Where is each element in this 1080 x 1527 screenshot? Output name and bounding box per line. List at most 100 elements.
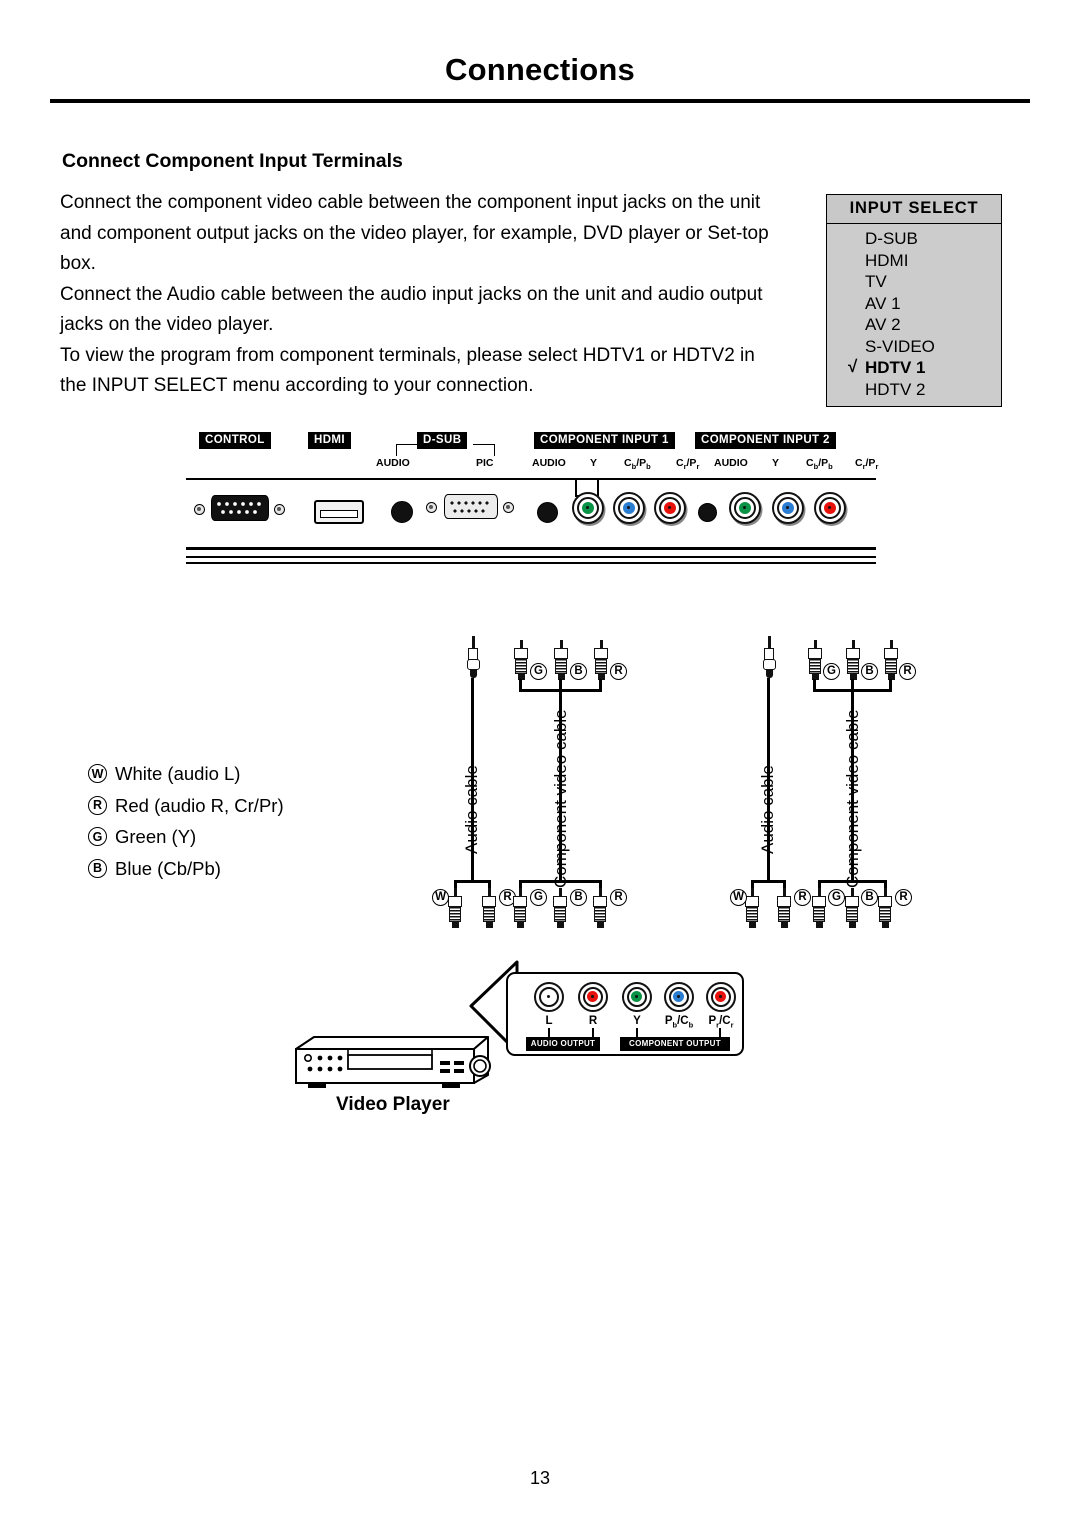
component-plug-blue-bottom-2 — [845, 888, 859, 928]
component-cable-split-bottom-2 — [818, 880, 886, 883]
video-player-output-panel: L R Y Pb/Cb Pr/Cr AUDIO OUTPUT COMPONENT… — [506, 972, 744, 1056]
cable-diagram-right: Audio cable W R G B R Component video ca… — [730, 636, 916, 928]
component1-cb-jack-blue — [613, 492, 645, 524]
page-title: Connections — [445, 52, 635, 87]
component-plug-blue-top — [554, 640, 568, 680]
component-plug-green-bottom — [513, 888, 527, 928]
component-plug-badge-b-top-2: B — [861, 663, 878, 680]
legend-label: White (audio L) — [115, 763, 241, 784]
input-select-item-label: AV 2 — [865, 315, 901, 334]
component-plug-red-bottom-2 — [878, 888, 892, 928]
dsub-pic-screw-left — [426, 502, 437, 513]
component-cable-label: Component video cable — [551, 709, 570, 888]
audio-cable-mini-plug-top — [466, 636, 480, 680]
cable-diagram-left: Audio cable W R G B R Component video ca… — [432, 636, 630, 928]
panel-sublabel-c2-y: Y — [772, 457, 780, 469]
legend-item-red: R Red (audio R, Cr/Pr) — [88, 790, 284, 822]
input-select-item-label: TV — [865, 272, 887, 291]
control-dsub-connector-icon — [211, 495, 269, 521]
panel-sublabel-c2-audio: AUDIO — [714, 457, 748, 469]
input-select-item-label: AV 1 — [865, 293, 901, 313]
component-plug-badge-g-bottom: G — [530, 889, 547, 906]
color-code-legend: W White (audio L) R Red (audio R, Cr/Pr)… — [88, 758, 284, 884]
input-select-item-label: HDMI — [865, 250, 909, 270]
component-plug-badge-r-bottom-2: R — [895, 889, 912, 906]
component-plug-badge-b-bottom-2: B — [861, 889, 878, 906]
vp-jack-audio-r — [578, 982, 608, 1012]
component2-audio-minijack-icon — [698, 503, 717, 522]
input-select-title: INPUT SELECT — [827, 195, 1001, 224]
video-player-device-icon — [295, 1036, 491, 1088]
vp-label-r: R — [588, 1015, 598, 1027]
panel-tag-component-input-2: COMPONENT INPUT 2 — [695, 432, 836, 449]
vp-jack-y-green — [622, 982, 652, 1012]
dsub-pic-screw-right — [503, 502, 514, 513]
input-select-menu[interactable]: INPUT SELECT D-SUB HDMI TV AV 1 AV 2 S-V… — [826, 194, 1002, 407]
blue-badge-icon: B — [88, 858, 107, 878]
audio-plug-red-2 — [777, 888, 791, 928]
input-select-item-hdtv-2[interactable]: HDTV 2 — [827, 379, 1001, 401]
audio-plug-badge-r-2: R — [794, 889, 811, 906]
body-paragraph-1: Connect the component video cable betwee… — [60, 192, 769, 274]
hdmi-port-icon — [314, 500, 364, 524]
component-plug-green-top — [514, 640, 528, 680]
legend-item-green: G Green (Y) — [88, 821, 284, 853]
input-select-list[interactable]: D-SUB HDMI TV AV 1 AV 2 S-VIDEO √ HDTV 1… — [827, 224, 1001, 406]
vp-jack-pr-red — [706, 982, 736, 1012]
dsub-bracket-right — [473, 444, 495, 456]
legend-label: Green (Y) — [115, 826, 197, 847]
rear-panel-diagram: CONTROL HDMI D-SUB COMPONENT INPUT 1 COM… — [186, 430, 879, 578]
page-number: 13 — [529, 1468, 551, 1488]
legend-item-blue: B Blue (Cb/Pb) — [88, 853, 284, 885]
legend-label: Red (audio R, Cr/Pr) — [115, 794, 284, 816]
body-copy: Connect the component video cable betwee… — [60, 188, 782, 402]
white-badge-icon: W — [88, 764, 107, 784]
component-plug-blue-bottom — [553, 888, 567, 928]
audio-plug-badge-w-2: W — [730, 889, 747, 906]
vp-tag-audio-output: AUDIO OUTPUT — [526, 1037, 600, 1051]
component-plug-green-bottom-2 — [812, 888, 826, 928]
component-plug-red-bottom — [593, 888, 607, 928]
panel-tag-component-input-1: COMPONENT INPUT 1 — [534, 432, 675, 449]
input-select-item-label: D-SUB — [865, 229, 918, 248]
video-player-caption: Video Player — [336, 1094, 450, 1115]
input-select-item-hdtv-1[interactable]: √ HDTV 1 — [827, 357, 1001, 379]
panel-sublabel-c2-cr: Cr/Pr — [855, 457, 879, 472]
input-select-item-s-video[interactable]: S-VIDEO — [827, 336, 1001, 358]
component1-cr-jack-red — [654, 492, 686, 524]
audio-cable-split-bottom-2 — [751, 880, 786, 883]
component2-cr-jack-red — [814, 492, 846, 524]
input-select-item-tv[interactable]: TV — [827, 271, 1001, 293]
vp-jack-pb-blue — [664, 982, 694, 1012]
component-plug-badge-r-top: R — [610, 663, 627, 680]
component2-cb-jack-blue — [772, 492, 804, 524]
panel-tag-hdmi: HDMI — [308, 432, 351, 449]
input-select-item-hdmi[interactable]: HDMI — [827, 250, 1001, 272]
component-plug-badge-g-top-2: G — [823, 663, 840, 680]
audio-plug-red — [482, 888, 496, 928]
audio-cable-mini-plug-top-2 — [762, 636, 776, 680]
component-plug-green-top-2 — [808, 640, 822, 680]
red-badge-icon: R — [88, 795, 107, 815]
input-select-item-av-1[interactable]: AV 1 — [827, 293, 1001, 315]
legend-label: Blue (Cb/Pb) — [115, 857, 221, 879]
panel-sublabel-c2-cb: Cb/Pb — [806, 457, 833, 472]
input-select-item-label: S-VIDEO — [865, 336, 935, 356]
input-select-item-av-2[interactable]: AV 2 — [827, 314, 1001, 336]
vp-label-y: Y — [633, 1015, 641, 1027]
audio-cable-split-bottom — [454, 880, 491, 883]
component-plug-red-top — [594, 640, 608, 680]
component-plug-badge-g-bottom-2: G — [828, 889, 845, 906]
component-plug-badge-r-bottom: R — [610, 889, 627, 906]
audio-plug-badge-w: W — [432, 889, 449, 906]
vp-label-pr: Pr/Cr — [708, 1015, 734, 1030]
component-plug-badge-b-bottom: B — [570, 889, 587, 906]
input-select-item-d-sub[interactable]: D-SUB — [827, 228, 1001, 250]
component-plug-blue-top-2 — [846, 640, 860, 680]
control-screw-left — [194, 504, 205, 515]
input-select-item-label: HDTV 2 — [865, 379, 926, 399]
panel-sublabel-c1-audio: AUDIO — [532, 457, 566, 469]
component-cable-label-2: Component video cable — [843, 709, 862, 888]
input-select-item-label: HDTV 1 — [865, 358, 926, 377]
audio-cable-label: Audio cable — [462, 765, 481, 854]
